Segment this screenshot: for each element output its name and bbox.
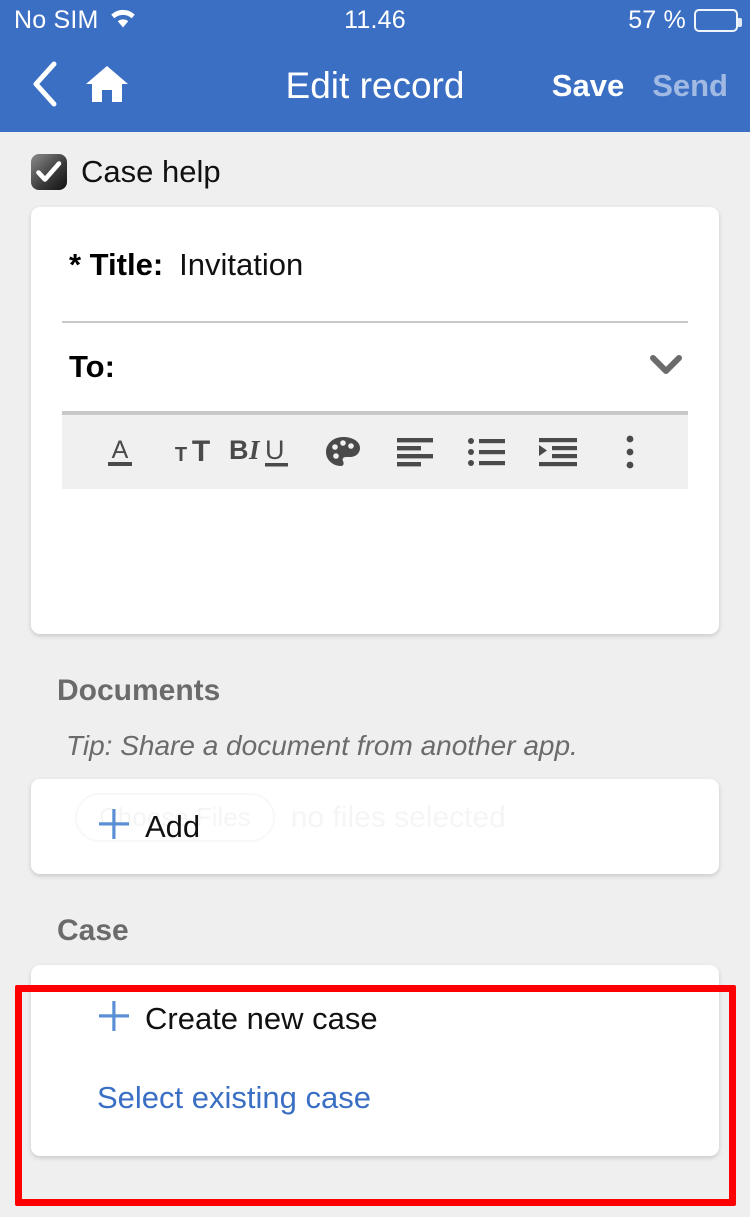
chevron-down-icon[interactable] <box>649 354 683 381</box>
editor-toolbar: A T T B I U <box>62 413 688 489</box>
indent-icon[interactable] <box>523 415 595 489</box>
svg-text:T: T <box>191 435 209 468</box>
spacer <box>31 1038 719 1080</box>
create-new-case-row[interactable]: Create new case <box>31 999 719 1038</box>
battery-icon <box>694 9 738 32</box>
to-field-label: To: <box>69 349 115 385</box>
case-card: Create new case Select existing case <box>31 965 719 1156</box>
documents-tip: Tip: Share a document from another app. <box>0 708 750 762</box>
navigation-bar: Edit record Save Send <box>0 40 750 132</box>
case-heading: Case <box>0 874 750 948</box>
case-help-row[interactable]: Case help <box>0 132 750 190</box>
add-document-row[interactable]: Add <box>31 807 719 846</box>
battery-percent-label: 57 % <box>628 6 686 35</box>
font-size-icon[interactable]: T T <box>156 415 228 489</box>
plus-icon <box>97 807 131 846</box>
page-content: Case help * Title: Invitation To: A <box>0 132 750 1156</box>
nav-right-group: Save Send <box>552 68 728 104</box>
case-help-label: Case help <box>81 154 221 190</box>
status-bar-right: 57 % <box>628 6 738 35</box>
svg-text:U: U <box>265 435 285 465</box>
select-existing-case-row[interactable]: Select existing case <box>31 1080 719 1116</box>
checkmark-icon <box>36 161 62 183</box>
title-field-value[interactable]: Invitation <box>179 247 303 283</box>
title-field-row[interactable]: * Title: Invitation <box>31 207 719 321</box>
overflow-menu-icon[interactable] <box>594 415 666 489</box>
create-new-case-label: Create new case <box>145 1001 378 1037</box>
case-help-checkbox[interactable] <box>31 154 67 190</box>
title-field-label: * Title: <box>69 247 163 283</box>
send-button[interactable]: Send <box>652 68 728 104</box>
text-color-icon[interactable]: A <box>84 415 156 489</box>
select-existing-case-label: Select existing case <box>97 1080 371 1116</box>
to-field-row[interactable]: To: <box>31 323 719 411</box>
svg-text:B: B <box>229 435 249 465</box>
editor-body[interactable] <box>31 489 719 634</box>
record-card: * Title: Invitation To: A <box>31 207 719 634</box>
svg-text:I: I <box>248 435 261 465</box>
svg-text:T: T <box>174 444 186 466</box>
bullet-list-icon[interactable] <box>451 415 523 489</box>
documents-card: Choose Files no files selected Add <box>31 779 719 874</box>
align-left-icon[interactable] <box>379 415 451 489</box>
save-button[interactable]: Save <box>552 68 624 104</box>
svg-text:A: A <box>112 436 129 464</box>
palette-icon[interactable] <box>307 415 379 489</box>
status-bar: No SIM 11.46 57 % <box>0 0 750 40</box>
plus-icon <box>97 999 131 1038</box>
documents-heading: Documents <box>0 634 750 708</box>
bold-italic-underline-icon[interactable]: B I U <box>227 415 307 489</box>
add-document-label: Add <box>145 809 200 845</box>
